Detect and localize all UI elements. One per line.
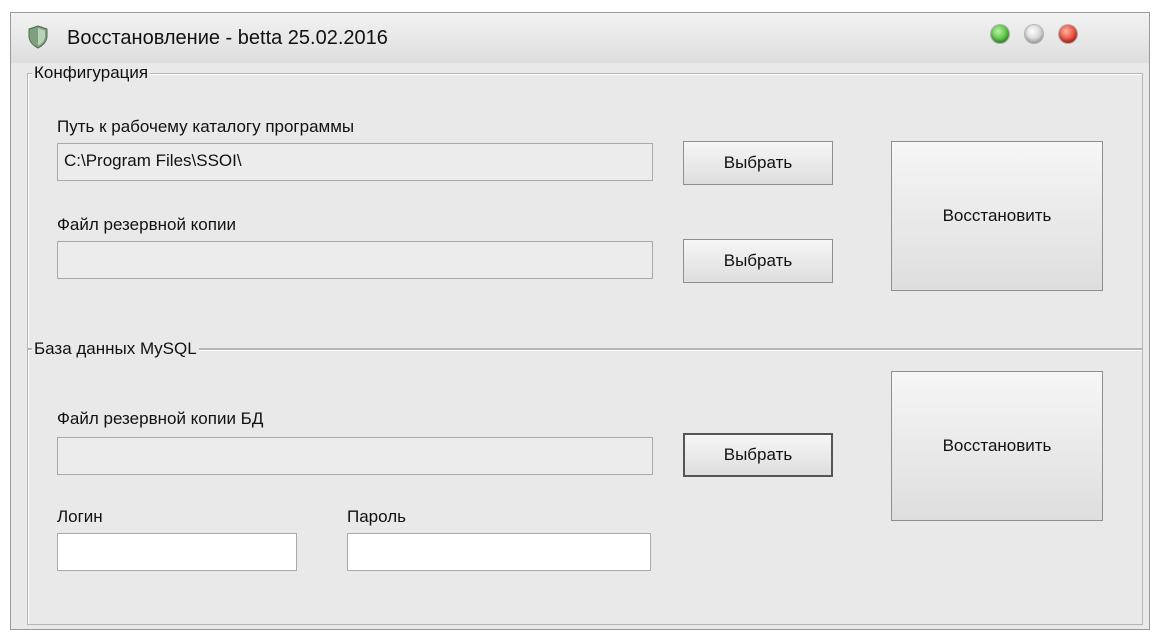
password-input[interactable] <box>347 533 651 571</box>
restore-window: Восстановление - betta 25.02.2016 Конфиг… <box>10 12 1150 630</box>
program-path-label: Путь к рабочему каталогу программы <box>57 117 355 136</box>
config-group-legend: Конфигурация <box>32 63 151 83</box>
window-title: Восстановление - betta 25.02.2016 <box>67 27 388 49</box>
mysql-group-legend: База данных MySQL <box>32 339 199 359</box>
login-label: Логин <box>57 507 103 526</box>
browse-db-button[interactable]: Выбрать <box>683 433 833 477</box>
backup-file-field[interactable] <box>57 241 653 279</box>
close-button[interactable] <box>1059 25 1077 43</box>
browse-backup-button[interactable]: Выбрать <box>683 239 833 283</box>
backup-file-label: Файл резервной копии <box>57 215 236 234</box>
restore-config-button[interactable]: Восстановить <box>891 141 1103 291</box>
shield-icon <box>28 25 48 49</box>
db-backup-field[interactable] <box>57 437 653 475</box>
restore-db-button[interactable]: Восстановить <box>891 371 1103 521</box>
password-label: Пароль <box>347 507 406 526</box>
browse-path-button[interactable]: Выбрать <box>683 141 833 185</box>
title-bar[interactable]: Восстановление - betta 25.02.2016 <box>11 13 1149 63</box>
login-input[interactable] <box>57 533 297 571</box>
db-backup-label: Файл резервной копии БД <box>57 409 264 428</box>
program-path-field[interactable]: C:\Program Files\SSOI\ <box>57 143 653 181</box>
minimize-button[interactable] <box>1025 25 1043 43</box>
maximize-button[interactable] <box>991 25 1009 43</box>
